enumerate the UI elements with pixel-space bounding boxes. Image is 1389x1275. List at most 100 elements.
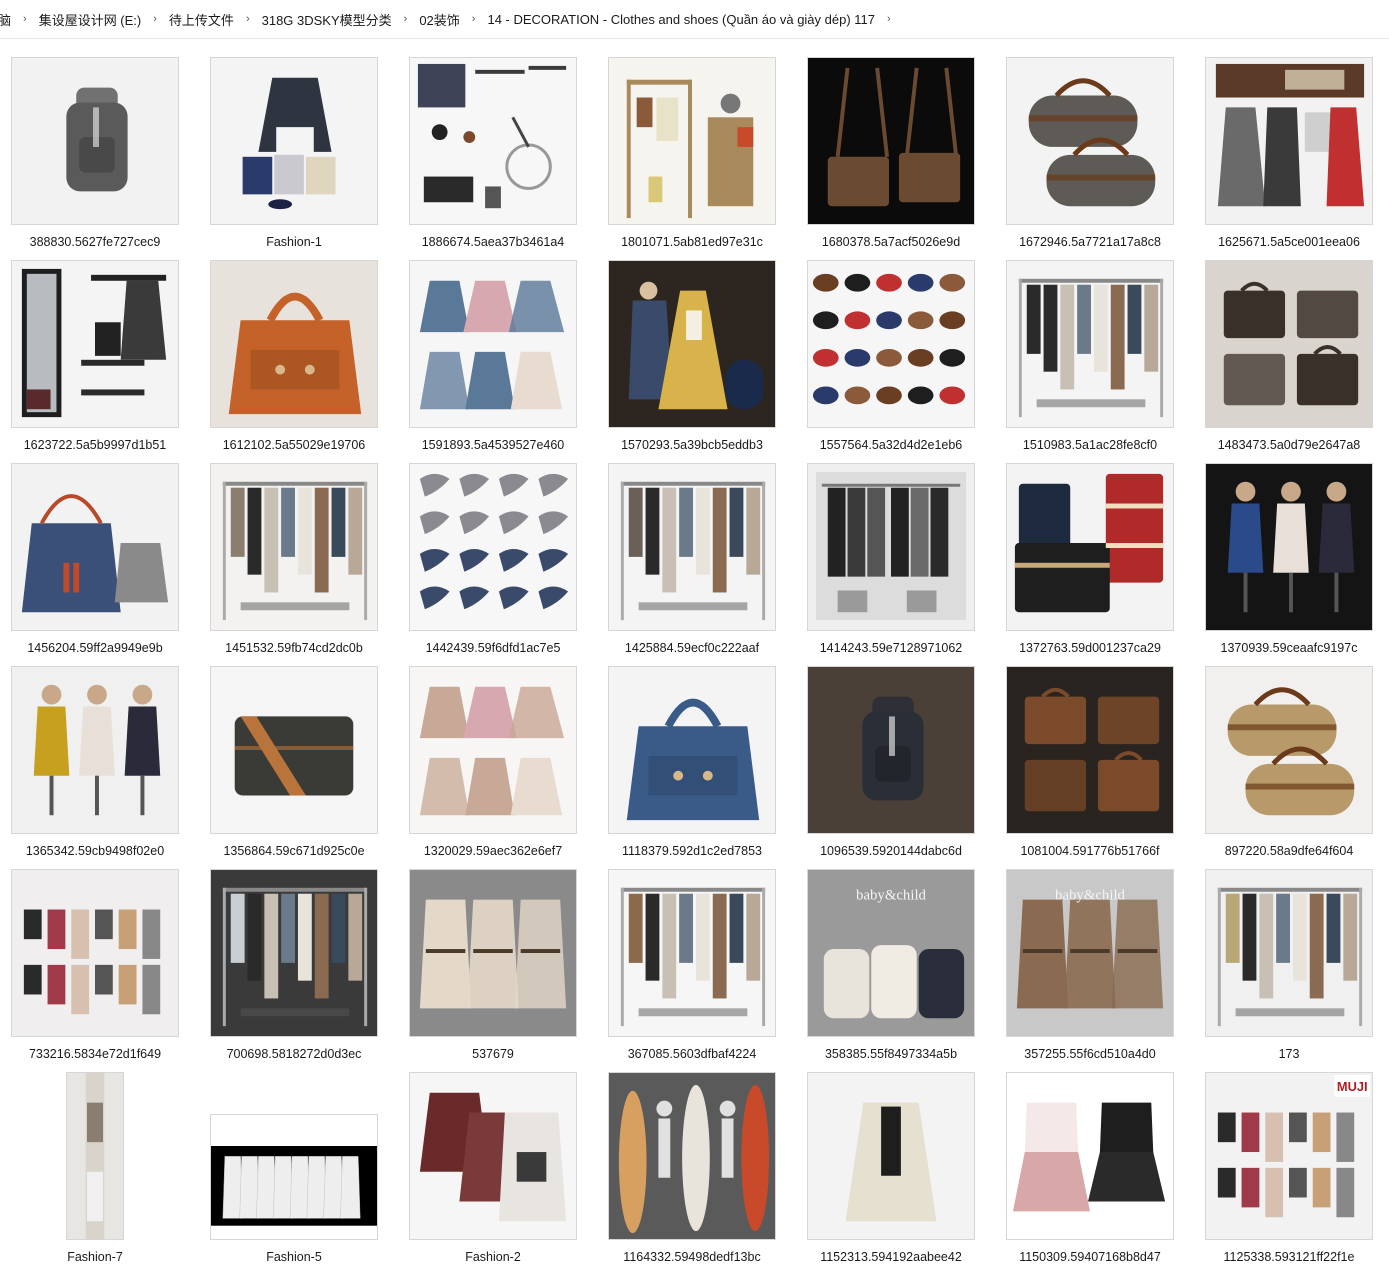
- file-tile[interactable]: Fashion-1: [199, 57, 398, 260]
- file-name: 357255.55f6cd510a4d0: [1024, 1047, 1156, 1061]
- file-thumbnail[interactable]: [1006, 666, 1174, 834]
- file-thumbnail[interactable]: [1205, 57, 1373, 225]
- breadcrumb-item[interactable]: 脑: [0, 10, 15, 29]
- file-name: 1456204.59ff2a9949e9b: [27, 641, 163, 655]
- file-tile[interactable]: 1801071.5ab81ed97e31c: [597, 57, 796, 260]
- breadcrumb-item[interactable]: 待上传文件: [165, 10, 238, 29]
- file-tile[interactable]: MUJI 1125338.593121ff22f1e: [1194, 1072, 1389, 1275]
- breadcrumb-item[interactable]: 14 - DECORATION - Clothes and shoes (Quầ…: [483, 12, 879, 27]
- file-thumbnail[interactable]: [1205, 260, 1373, 428]
- file-thumbnail[interactable]: [11, 869, 179, 1037]
- file-thumbnail[interactable]: [608, 1072, 776, 1240]
- file-thumbnail[interactable]: [409, 666, 577, 834]
- file-thumbnail[interactable]: [66, 1072, 124, 1240]
- file-tile[interactable]: 1570293.5a39bcb5eddb3: [597, 260, 796, 463]
- file-thumbnail[interactable]: [1006, 260, 1174, 428]
- file-tile[interactable]: 388830.5627fe727cec9: [0, 57, 199, 260]
- file-thumbnail[interactable]: [1205, 666, 1373, 834]
- file-thumbnail[interactable]: [210, 1114, 378, 1240]
- file-tile[interactable]: 1886674.5aea37b3461a4: [398, 57, 597, 260]
- file-thumbnail[interactable]: [210, 463, 378, 631]
- file-tile[interactable]: 367085.5603dfbaf4224: [597, 869, 796, 1072]
- file-tile[interactable]: 1510983.5a1ac28fe8cf0: [995, 260, 1194, 463]
- file-thumbnail[interactable]: [210, 666, 378, 834]
- file-thumbnail[interactable]: [608, 260, 776, 428]
- file-tile[interactable]: 1680378.5a7acf5026e9d: [796, 57, 995, 260]
- file-tile[interactable]: 1152313.594192aabee42: [796, 1072, 995, 1275]
- file-name: 1320029.59aec362e6ef7: [423, 844, 563, 858]
- file-thumbnail[interactable]: [1006, 1072, 1174, 1240]
- file-tile[interactable]: 1372763.59d001237ca29: [995, 463, 1194, 666]
- chevron-right-icon: ›: [23, 13, 27, 25]
- breadcrumb-item[interactable]: 02装饰: [415, 10, 463, 29]
- file-thumbnail[interactable]: [807, 260, 975, 428]
- file-tile[interactable]: Fashion-2: [398, 1072, 597, 1275]
- file-thumbnail[interactable]: [608, 57, 776, 225]
- file-tile[interactable]: 1320029.59aec362e6ef7: [398, 666, 597, 869]
- file-thumbnail[interactable]: [11, 463, 179, 631]
- file-thumbnail[interactable]: [1006, 463, 1174, 631]
- file-name: 897220.58a9dfe64f604: [1224, 844, 1354, 858]
- file-name: 700698.5818272d0d3ec: [226, 1047, 362, 1061]
- file-thumbnail[interactable]: [210, 260, 378, 428]
- file-tile[interactable]: 700698.5818272d0d3ec: [199, 869, 398, 1072]
- file-tile[interactable]: 1456204.59ff2a9949e9b: [0, 463, 199, 666]
- file-tile[interactable]: 1612102.5a55029e19706: [199, 260, 398, 463]
- file-tile[interactable]: 1356864.59c671d925c0e: [199, 666, 398, 869]
- file-tile[interactable]: 1425884.59ecf0c222aaf: [597, 463, 796, 666]
- file-thumbnail[interactable]: [409, 57, 577, 225]
- file-thumbnail[interactable]: [807, 57, 975, 225]
- file-tile[interactable]: 1081004.591776b51766f: [995, 666, 1194, 869]
- file-tile[interactable]: 1591893.5a4539527e460: [398, 260, 597, 463]
- file-thumbnail[interactable]: [11, 57, 179, 225]
- breadcrumb-item[interactable]: 318G 3DSKY模型分类: [258, 10, 396, 29]
- file-thumbnail[interactable]: [409, 869, 577, 1037]
- file-thumbnail[interactable]: baby&child: [1006, 869, 1174, 1037]
- file-thumbnail[interactable]: [210, 57, 378, 225]
- file-thumbnail[interactable]: [11, 666, 179, 834]
- file-tile[interactable]: baby&child 357255.55f6cd510a4d0: [995, 869, 1194, 1072]
- file-tile[interactable]: Fashion-5: [199, 1072, 398, 1275]
- file-thumbnail[interactable]: [807, 1072, 975, 1240]
- file-thumbnail[interactable]: [807, 463, 975, 631]
- file-thumbnail[interactable]: [409, 463, 577, 631]
- file-thumbnail[interactable]: [608, 666, 776, 834]
- file-thumbnail[interactable]: [608, 463, 776, 631]
- file-thumbnail[interactable]: [409, 260, 577, 428]
- file-tile[interactable]: 1625671.5a5ce001eea06: [1194, 57, 1389, 260]
- file-tile[interactable]: 537679: [398, 869, 597, 1072]
- file-name: 1370939.59ceaafc9197c: [1220, 641, 1358, 655]
- file-name: 1591893.5a4539527e460: [421, 438, 565, 452]
- file-tile[interactable]: 1150309.59407168b8d47: [995, 1072, 1194, 1275]
- file-tile[interactable]: 1623722.5a5b9997d1b51: [0, 260, 199, 463]
- file-tile[interactable]: Fashion-7: [0, 1072, 199, 1275]
- file-thumbnail[interactable]: [409, 1072, 577, 1240]
- file-thumbnail[interactable]: MUJI: [1205, 1072, 1373, 1240]
- file-tile[interactable]: 1557564.5a32d4d2e1eb6: [796, 260, 995, 463]
- file-thumbnail[interactable]: [608, 869, 776, 1037]
- file-tile[interactable]: 1414243.59e7128971062: [796, 463, 995, 666]
- file-thumbnail[interactable]: [1205, 869, 1373, 1037]
- file-tile[interactable]: 1365342.59cb9498f02e0: [0, 666, 199, 869]
- file-name: 1150309.59407168b8d47: [1019, 1250, 1161, 1264]
- file-tile[interactable]: 1451532.59fb74cd2dc0b: [199, 463, 398, 666]
- file-tile[interactable]: 1164332.59498dedf13bc: [597, 1072, 796, 1275]
- file-tile[interactable]: baby&child 358385.55f8497334a5b: [796, 869, 995, 1072]
- address-bar[interactable]: 脑 › 集设屋设计网 (E:) › 待上传文件 › 318G 3DSKY模型分类 › 02装饰 ›…: [0, 0, 1389, 39]
- file-tile[interactable]: 1370939.59ceaafc9197c: [1194, 463, 1389, 666]
- file-thumbnail[interactable]: [1205, 463, 1373, 631]
- file-tile[interactable]: 1483473.5a0d79e2647a8: [1194, 260, 1389, 463]
- file-thumbnail[interactable]: [11, 260, 179, 428]
- file-tile[interactable]: 1442439.59f6dfd1ac7e5: [398, 463, 597, 666]
- file-tile[interactable]: 733216.5834e72d1f649: [0, 869, 199, 1072]
- breadcrumb-item[interactable]: 集设屋设计网 (E:): [35, 10, 146, 29]
- file-tile[interactable]: 1096539.5920144dabc6d: [796, 666, 995, 869]
- file-thumbnail[interactable]: [807, 666, 975, 834]
- file-tile[interactable]: 897220.58a9dfe64f604: [1194, 666, 1389, 869]
- file-thumbnail[interactable]: baby&child: [807, 869, 975, 1037]
- file-tile[interactable]: 173: [1194, 869, 1389, 1072]
- file-thumbnail[interactable]: [210, 869, 378, 1037]
- file-thumbnail[interactable]: [1006, 57, 1174, 225]
- file-tile[interactable]: 1118379.592d1c2ed7853: [597, 666, 796, 869]
- file-tile[interactable]: 1672946.5a7721a17a8c8: [995, 57, 1194, 260]
